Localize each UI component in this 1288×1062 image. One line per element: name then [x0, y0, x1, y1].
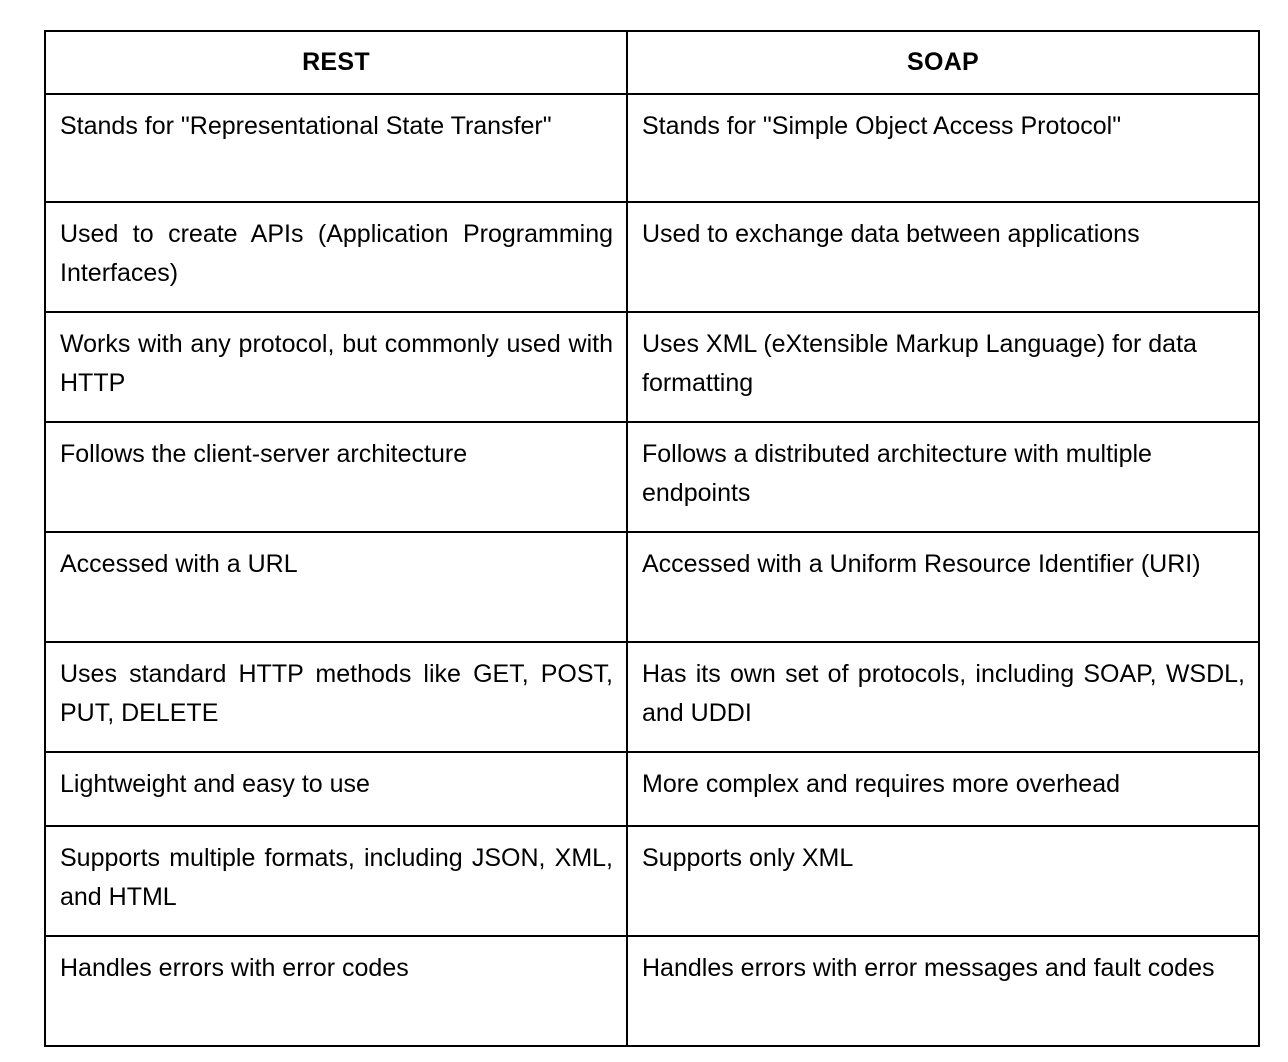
cell-soap-protocol: Uses XML (eXtensible Markup Language) fo…	[626, 311, 1260, 423]
page-root: REST SOAP Stands for "Representational S…	[0, 0, 1288, 1062]
cell-rest-purpose: Used to create APIs (Application Program…	[44, 201, 628, 313]
cell-soap-complexity: More complex and requires more overhead	[626, 751, 1260, 827]
table-row: Handles errors with error codes Handles …	[44, 935, 1260, 1047]
column-header-rest: REST	[44, 30, 628, 95]
comparison-table-container: REST SOAP Stands for "Representational S…	[44, 30, 1260, 1047]
table-row: Stands for "Representational State Trans…	[44, 93, 1260, 203]
table-header-row: REST SOAP	[44, 30, 1260, 95]
cell-soap-formats: Supports only XML	[626, 825, 1260, 937]
table-row: Used to create APIs (Application Program…	[44, 201, 1260, 313]
table-row: Accessed with a URL Accessed with a Unif…	[44, 531, 1260, 643]
table-row: Uses standard HTTP methods like GET, POS…	[44, 641, 1260, 753]
cell-rest-methods: Uses standard HTTP methods like GET, POS…	[44, 641, 628, 753]
table-row: Follows the client-server architecture F…	[44, 421, 1260, 533]
cell-rest-architecture: Follows the client-server architecture	[44, 421, 628, 533]
cell-rest-access: Accessed with a URL	[44, 531, 628, 643]
column-header-soap: SOAP	[626, 30, 1260, 95]
cell-soap-purpose: Used to exchange data between applicatio…	[626, 201, 1260, 313]
cell-soap-definition: Stands for "Simple Object Access Protoco…	[626, 93, 1260, 203]
table-row: Works with any protocol, but commonly us…	[44, 311, 1260, 423]
cell-rest-formats: Supports multiple formats, including JSO…	[44, 825, 628, 937]
cell-soap-architecture: Follows a distributed architecture with …	[626, 421, 1260, 533]
cell-rest-errors: Handles errors with error codes	[44, 935, 628, 1047]
cell-rest-definition: Stands for "Representational State Trans…	[44, 93, 628, 203]
table-row: Supports multiple formats, including JSO…	[44, 825, 1260, 937]
cell-soap-access: Accessed with a Uniform Resource Identif…	[626, 531, 1260, 643]
table-row: Lightweight and easy to use More complex…	[44, 751, 1260, 827]
cell-rest-protocol: Works with any protocol, but commonly us…	[44, 311, 628, 423]
cell-soap-errors: Handles errors with error messages and f…	[626, 935, 1260, 1047]
cell-soap-methods: Has its own set of protocols, including …	[626, 641, 1260, 753]
table-body: Stands for "Representational State Trans…	[44, 93, 1260, 1047]
table-header: REST SOAP	[44, 30, 1260, 95]
rest-vs-soap-comparison-table: REST SOAP Stands for "Representational S…	[44, 30, 1260, 1047]
cell-rest-complexity: Lightweight and easy to use	[44, 751, 628, 827]
